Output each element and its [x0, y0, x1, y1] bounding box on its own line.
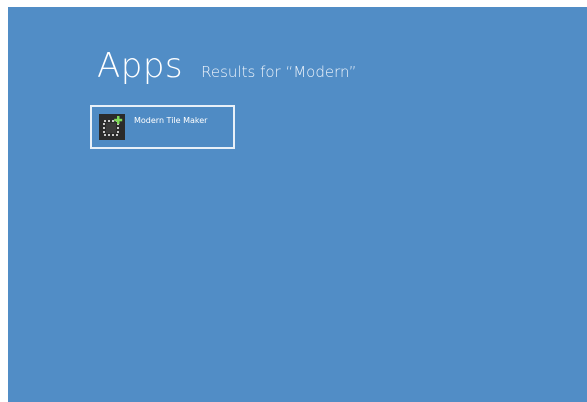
results-header: Apps Results for “Modern” [97, 49, 356, 83]
search-results-screen: Apps Results for “Modern” Modern Tile Ma… [8, 7, 587, 402]
tile-maker-icon [99, 114, 125, 140]
app-name-label: Modern Tile Maker [134, 116, 208, 125]
page-title: Apps [97, 46, 184, 86]
app-result-tile[interactable]: Modern Tile Maker [90, 105, 235, 149]
search-query-subtitle: Results for “Modern” [201, 63, 357, 81]
